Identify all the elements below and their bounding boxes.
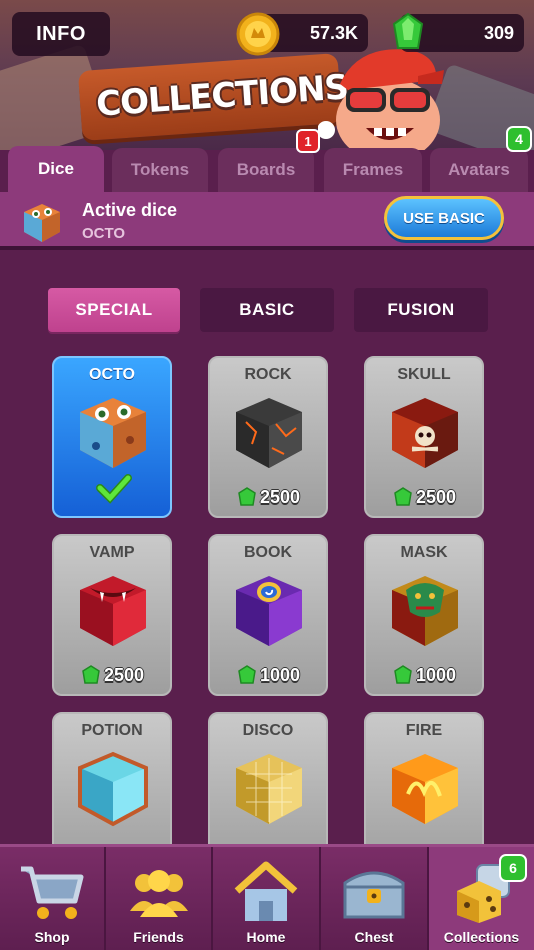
dice-name: POTION: [81, 722, 143, 739]
fire-dice-image: [392, 754, 458, 824]
tab-frames[interactable]: Frames: [324, 148, 422, 192]
header-banner: COLLECTIONS INFO 57.3K 309: [0, 0, 534, 150]
mascot-character: [318, 49, 444, 150]
use-basic-button[interactable]: USE BASIC: [384, 196, 504, 240]
dice-name: DISCO: [242, 722, 294, 739]
coin-icon: [236, 12, 280, 56]
nav-home[interactable]: Home: [213, 847, 321, 950]
dice-name: VAMP: [89, 544, 135, 561]
active-dice-bar: Active dice OCTO USE BASIC: [0, 192, 534, 250]
dice-name: OCTO: [89, 366, 135, 383]
tab-label: Boards: [236, 160, 296, 179]
gem-icon: [238, 487, 256, 506]
info-button[interactable]: INFO: [12, 12, 110, 56]
nav-label: Chest: [354, 929, 394, 945]
active-dice-label: Active dice: [82, 200, 178, 220]
dice-card-mask[interactable]: MASK 1000: [364, 534, 484, 696]
chest-icon: [343, 871, 405, 919]
friends-icon: [129, 870, 188, 917]
tab-tokens[interactable]: Tokens: [112, 148, 208, 192]
price-value: 2500: [103, 664, 145, 685]
active-dice-name: OCTO: [82, 225, 126, 242]
dice-price: 1000: [366, 664, 482, 686]
frames-notification-badge: 4: [506, 126, 532, 152]
nav-label: Collections: [443, 929, 520, 945]
category-tabs: Dice Tokens Boards Frames Avatars: [0, 146, 534, 192]
tab-dice[interactable]: Dice: [8, 146, 104, 192]
gem-icon: [82, 665, 100, 684]
disco-dice-image: [236, 754, 302, 824]
selected-check-icon: [96, 474, 132, 504]
filter-special[interactable]: SPECIAL: [48, 288, 180, 332]
gem-icon: [238, 665, 256, 684]
dice-name: SKULL: [397, 366, 451, 383]
boards-notification-badge: 1: [296, 129, 320, 153]
dice-card-skull[interactable]: SKULL 2500: [364, 356, 484, 518]
dice-name: BOOK: [244, 544, 292, 561]
home-icon: [234, 861, 298, 921]
dice-card-rock[interactable]: ROCK 2500: [208, 356, 328, 518]
dice-price: 2500: [210, 486, 326, 508]
collections-notification-badge: 6: [499, 854, 527, 882]
dice-card-book[interactable]: BOOK 1000: [208, 534, 328, 696]
potion-dice-image: [78, 751, 148, 827]
dice-price: 2500: [54, 664, 170, 686]
price-value: 2500: [415, 486, 457, 507]
dice-price: 2500: [366, 486, 482, 508]
dice-name: FIRE: [405, 722, 443, 739]
nav-label: Friends: [133, 929, 184, 945]
tab-avatars[interactable]: Avatars: [430, 148, 528, 192]
rock-dice-image: [236, 398, 302, 468]
vamp-dice-image: [80, 576, 146, 646]
dice-card-octo[interactable]: OCTO: [52, 356, 172, 518]
filter-fusion[interactable]: FUSION: [354, 288, 488, 332]
filter-basic[interactable]: BASIC: [200, 288, 334, 332]
nav-chest[interactable]: Chest: [321, 847, 429, 950]
mask-dice-image: [392, 576, 458, 646]
nav-label: Home: [246, 929, 286, 945]
dice-price: 1000: [210, 664, 326, 686]
nav-friends[interactable]: Friends: [106, 847, 213, 950]
dice-name: MASK: [400, 544, 448, 561]
tab-label: Dice: [38, 159, 74, 178]
shopping-cart-icon: [21, 866, 84, 919]
bottom-navigation: Shop Friends Home Chest Collections: [0, 844, 534, 950]
skull-dice-image: [392, 398, 458, 468]
book-dice-image: [236, 576, 302, 646]
gem-icon: [394, 487, 412, 506]
tab-label: Avatars: [448, 160, 510, 179]
price-value: 2500: [259, 486, 301, 507]
octo-dice-image: [80, 398, 146, 468]
gem-icon: [392, 12, 424, 49]
dice-name: ROCK: [244, 366, 292, 383]
price-value: 1000: [259, 664, 301, 685]
tab-label: Tokens: [130, 160, 190, 179]
nav-label: Shop: [34, 929, 70, 945]
nav-shop[interactable]: Shop: [0, 847, 106, 950]
tab-boards[interactable]: Boards: [218, 148, 314, 192]
price-value: 1000: [415, 664, 457, 685]
octo-dice-icon: [24, 204, 60, 242]
dice-card-vamp[interactable]: VAMP 2500: [52, 534, 172, 696]
tab-label: Frames: [342, 160, 404, 179]
gem-icon: [394, 665, 412, 684]
